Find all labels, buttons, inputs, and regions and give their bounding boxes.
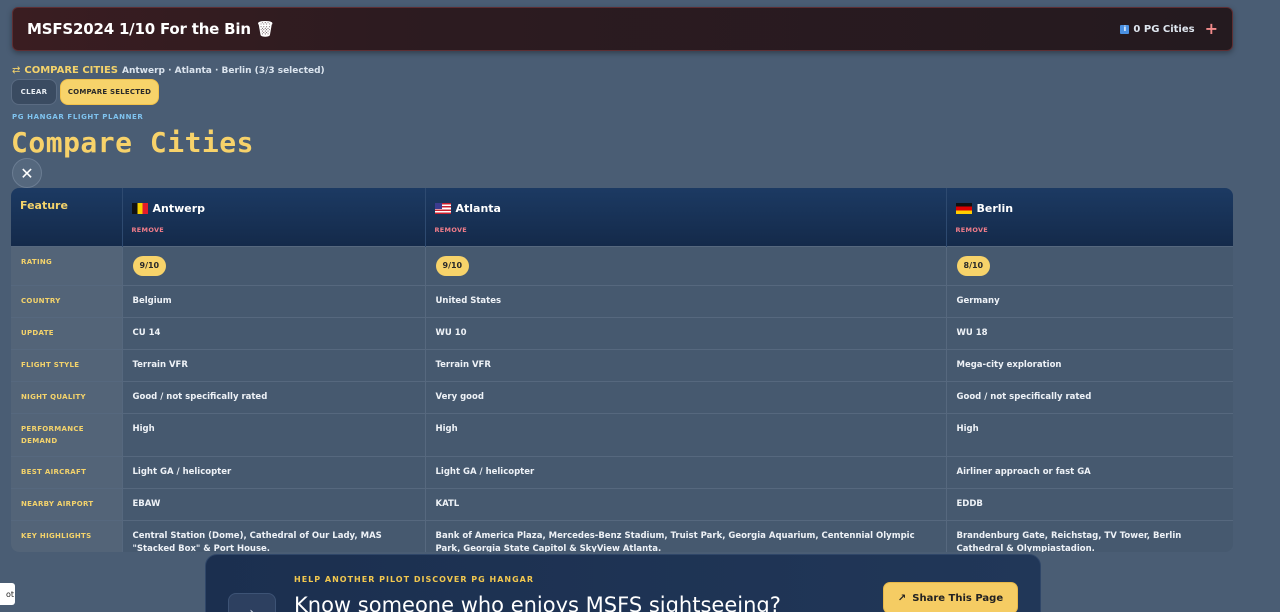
chevron-right-icon: › [228, 593, 276, 612]
rating-badge: 9/10 [132, 255, 167, 276]
table-cell: Very good [425, 380, 947, 413]
table-cell: WU 10 [425, 316, 947, 349]
header-actions: i 0 PG Cities + [1120, 21, 1218, 37]
table-cell: 9/10 [425, 245, 947, 285]
table-header-row: Feature Antwerp REMOVE Atlanta REMOVE Be… [11, 188, 1233, 246]
table-cell: EDDB [946, 487, 1233, 520]
table-cell: 9/10 [122, 245, 426, 285]
info-icon: i [1120, 24, 1130, 34]
row-label: UPDATE [11, 316, 123, 349]
share-page-button[interactable]: ↗ Share This Page [883, 582, 1018, 612]
rating-badge: 8/10 [956, 255, 991, 276]
remove-antwerp-link[interactable]: REMOVE [132, 226, 416, 234]
table-cell: Germany [946, 284, 1233, 317]
table-row: FLIGHT STYLE Terrain VFR Terrain VFR Mega-c… [11, 348, 1233, 381]
clear-button[interactable]: CLEAR [11, 79, 57, 105]
bin-icon: 🗑 [255, 20, 275, 38]
city-name: Antwerp [152, 202, 206, 215]
table-cell: Good / not specifically rated [122, 380, 426, 413]
plus-icon[interactable]: + [1205, 21, 1218, 37]
compare-label: COMPARE CITIES [24, 65, 118, 76]
compare-status: ⇄ COMPARE CITIES Antwerp · Atlanta · Ber… [12, 65, 325, 76]
app-header: MSFS2024 1/10 For the Bin 🗑 i 0 PG Citie… [12, 7, 1233, 51]
arrow-up-right-icon: ↗ [897, 592, 907, 604]
usa-flag-icon [434, 203, 451, 214]
row-label: FLIGHT STYLE [11, 348, 123, 381]
close-icon: ✕ [20, 163, 34, 183]
page-title: Compare Cities [11, 126, 255, 159]
compare-selected-button[interactable]: COMPARE SELECTED [60, 79, 159, 105]
table-cell: High [425, 412, 947, 456]
row-label: NIGHT QUALITY [11, 380, 123, 413]
table-row: NIGHT QUALITY Good / not specifically rat… [11, 380, 1233, 413]
compare-selection: Antwerp · Atlanta · Berlin (3/3 selected… [121, 65, 325, 76]
compare-table: Feature Antwerp REMOVE Atlanta REMOVE Be… [11, 188, 1233, 552]
pg-cities-label: 0 PG Cities [1133, 23, 1195, 35]
table-cell: Mega-city exploration [946, 348, 1233, 381]
row-label: NEARBY AIRPORT [11, 487, 123, 520]
rating-badge: 9/10 [435, 255, 470, 276]
table-cell: United States [425, 284, 947, 317]
table-cell: Terrain VFR [425, 348, 947, 381]
banner-headline: Know someone who enjoys MSFS sightseeing… [294, 593, 781, 612]
row-label: COUNTRY [11, 284, 123, 317]
city-name: Atlanta [455, 202, 501, 215]
pg-cities-counter[interactable]: i 0 PG Cities [1120, 23, 1195, 35]
city-column-atlanta: Atlanta REMOVE [425, 188, 947, 246]
close-button[interactable]: ✕ [12, 158, 42, 188]
table-row: RATING 9/10 9/10 8/10 [11, 245, 1233, 285]
table-row: COUNTRY Belgium United States Germany [11, 284, 1233, 317]
row-label: KEY HIGHLIGHTS [11, 519, 123, 552]
table-cell: Belgium [122, 284, 426, 317]
table-cell: WU 18 [946, 316, 1233, 349]
feature-header: Feature [11, 188, 123, 246]
compare-icon: ⇄ [12, 65, 21, 76]
table-cell: CU 14 [122, 316, 426, 349]
remove-berlin-link[interactable]: REMOVE [956, 226, 1225, 234]
share-banner: › HELP ANOTHER PILOT DISCOVER PG HANGAR … [205, 554, 1041, 612]
table-cell: Terrain VFR [122, 348, 426, 381]
banner-eyebrow: HELP ANOTHER PILOT DISCOVER PG HANGAR [294, 575, 535, 584]
row-label: PERFORMANCE DEMAND [11, 412, 123, 456]
table-cell: Light GA / helicopter [425, 455, 947, 488]
city-column-berlin: Berlin REMOVE [946, 188, 1233, 246]
table-cell: Bank of America Plaza, Mercedes-Benz Sta… [425, 519, 947, 552]
table-row: UPDATE CU 14 WU 10 WU 18 [11, 316, 1233, 349]
corner-tab[interactable]: ot [0, 583, 15, 605]
table-row: BEST AIRCRAFT Light GA / helicopter Light … [11, 455, 1233, 488]
table-row: NEARBY AIRPORT EBAW KATL EDDB [11, 487, 1233, 520]
belgium-flag-icon [131, 203, 148, 214]
row-label: RATING [11, 245, 123, 285]
table-cell: Central Station (Dome), Cathedral of Our… [122, 519, 426, 552]
table-cell: KATL [425, 487, 947, 520]
app-title[interactable]: MSFS2024 1/10 For the Bin 🗑 [27, 20, 275, 38]
table-cell: Airliner approach or fast GA [946, 455, 1233, 488]
table-cell: High [946, 412, 1233, 456]
table-cell: 8/10 [946, 245, 1233, 285]
table-row: KEY HIGHLIGHTS Central Station (Dome), Ca… [11, 519, 1233, 552]
table-cell: Light GA / helicopter [122, 455, 426, 488]
table-cell: High [122, 412, 426, 456]
germany-flag-icon [955, 203, 972, 214]
table-cell: EBAW [122, 487, 426, 520]
page-kicker: PG HANGAR FLIGHT PLANNER [12, 113, 144, 121]
table-row: PERFORMANCE DEMAND High High High [11, 412, 1233, 456]
table-cell: Good / not specifically rated [946, 380, 1233, 413]
table-cell: Brandenburg Gate, Reichstag, TV Tower, B… [946, 519, 1233, 552]
share-label: Share This Page [912, 592, 1004, 604]
remove-atlanta-link[interactable]: REMOVE [435, 226, 937, 234]
city-name: Berlin [976, 202, 1014, 215]
row-label: BEST AIRCRAFT [11, 455, 123, 488]
city-column-antwerp: Antwerp REMOVE [122, 188, 426, 246]
